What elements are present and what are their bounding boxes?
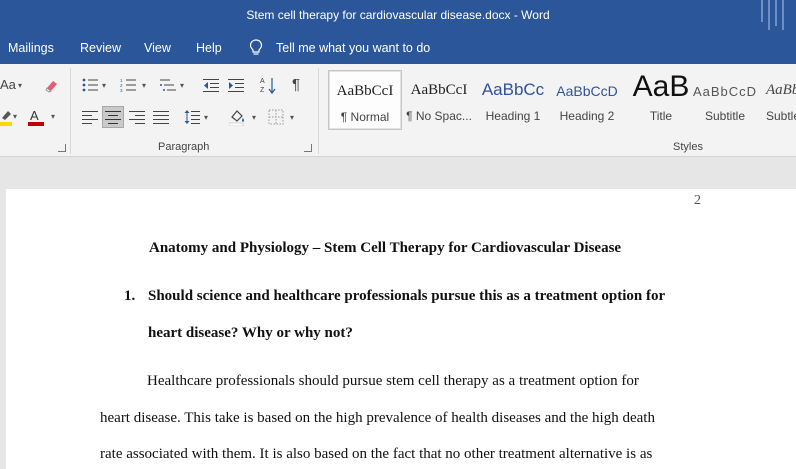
question-line[interactable]: Should science and healthcare profession… (148, 288, 665, 305)
chevron-down-icon[interactable]: ▾ (252, 113, 256, 122)
tab-mailings[interactable]: Mailings (8, 41, 54, 55)
chevron-down-icon[interactable]: ▾ (290, 113, 294, 122)
font-color-icon[interactable]: A (28, 108, 44, 126)
style-name: Heading 2 (559, 109, 615, 123)
paragraph-dialog-launcher-icon[interactable] (304, 144, 312, 152)
style-name: Title (649, 109, 673, 123)
chevron-down-icon[interactable]: ▾ (51, 112, 55, 121)
style-heading-1[interactable]: AaBbCc Heading 1 (476, 70, 550, 130)
tab-review[interactable]: Review (80, 41, 121, 55)
chevron-down-icon[interactable]: ▾ (13, 112, 17, 121)
style-subtitle[interactable]: AaBbCcD Subtitle (688, 70, 762, 130)
style-name: Heading 1 (485, 109, 541, 123)
style-sample: AaBbC (766, 82, 796, 98)
ribbon: Aa ▾ ▾ A ▾ ▾ 123 ▾ ▾ AZ ¶ ▾ ▾ ▾ Paragrap… (0, 64, 796, 157)
window-title: Stem cell therapy for cardiovascular dis… (246, 8, 550, 22)
style-name: ¶ No Spac... (406, 109, 472, 123)
align-center-button[interactable] (102, 106, 124, 128)
style-normal[interactable]: AaBbCcI ¶ Normal (328, 70, 402, 130)
shading-icon[interactable] (229, 108, 247, 126)
change-case-button[interactable]: Aa (0, 78, 16, 92)
document-page[interactable] (6, 189, 796, 469)
style-no-spacing[interactable]: AaBbCcI ¶ No Spac... (402, 70, 476, 130)
font-dialog-launcher-icon[interactable] (58, 144, 66, 152)
decrease-indent-icon[interactable] (203, 78, 219, 92)
borders-icon[interactable] (268, 109, 284, 125)
styles-gallery: AaBbCcI ¶ Normal AaBbCcI ¶ No Spac... Aa… (326, 70, 796, 132)
align-left-icon[interactable] (82, 110, 98, 124)
tab-help[interactable]: Help (196, 41, 222, 55)
svg-text:A: A (260, 78, 265, 85)
justify-icon[interactable] (153, 110, 169, 124)
clear-formatting-icon[interactable] (44, 78, 60, 94)
group-separator (70, 68, 71, 154)
style-heading-2[interactable]: AaBbCcD Heading 2 (550, 70, 624, 130)
style-subtle-emphasis[interactable]: AaBbC Subtle (762, 70, 796, 130)
style-sample: AaBbCcI (336, 83, 394, 99)
style-sample: AaBbCcD (556, 83, 618, 99)
show-formatting-marks-icon[interactable]: ¶ (292, 77, 300, 92)
style-sample: AaBbCc (481, 80, 545, 99)
tell-me-search[interactable]: Tell me what you want to do (276, 41, 430, 55)
align-right-icon[interactable] (129, 110, 145, 124)
sort-icon[interactable]: AZ (260, 76, 276, 94)
paragraph-group-label: Paragraph (158, 141, 210, 153)
style-name: Subtle (766, 109, 796, 123)
body-text-line[interactable]: rate associated with them. It is also ba… (100, 446, 652, 463)
multilevel-list-icon[interactable] (160, 78, 176, 92)
line-spacing-icon[interactable] (184, 109, 200, 125)
page-number: 2 (694, 193, 701, 208)
chevron-down-icon[interactable]: ▾ (18, 81, 22, 90)
style-name: ¶ Normal (340, 110, 390, 124)
chevron-down-icon[interactable]: ▾ (180, 81, 184, 90)
numbering-icon[interactable]: 123 (120, 78, 136, 92)
chevron-down-icon[interactable]: ▾ (204, 113, 208, 122)
question-line[interactable]: heart disease? Why or why not? (148, 325, 353, 342)
chevron-down-icon[interactable]: ▾ (142, 81, 146, 90)
style-sample: AaB (632, 70, 690, 103)
bullets-icon[interactable] (82, 78, 98, 92)
document-heading[interactable]: Anatomy and Physiology – Stem Cell Thera… (149, 240, 621, 257)
style-sample: AaBbCcI (410, 82, 468, 98)
style-name: Subtitle (704, 109, 746, 123)
tab-view[interactable]: View (144, 41, 171, 55)
ribbon-tab-bar: Mailings Review View Help Tell me what y… (0, 32, 796, 64)
text-highlight-icon[interactable] (0, 108, 14, 126)
list-number: 1. (124, 288, 136, 304)
svg-text:3: 3 (120, 88, 123, 92)
title-bar-decoration (761, 0, 784, 30)
body-text-line[interactable]: heart disease. This take is based on the… (100, 410, 655, 427)
svg-text:Z: Z (260, 87, 265, 94)
styles-group-label: Styles (673, 141, 703, 153)
title-bar: Stem cell therapy for cardiovascular dis… (0, 0, 796, 32)
svg-text:A: A (30, 108, 39, 123)
group-separator (318, 68, 319, 154)
chevron-down-icon[interactable]: ▾ (102, 81, 106, 90)
style-title[interactable]: AaB Title (624, 70, 698, 130)
body-text-line[interactable]: Healthcare professionals should pursue s… (147, 373, 639, 390)
style-sample: AaBbCcD (692, 84, 758, 99)
increase-indent-icon[interactable] (228, 78, 244, 92)
lightbulb-icon[interactable] (249, 39, 263, 57)
